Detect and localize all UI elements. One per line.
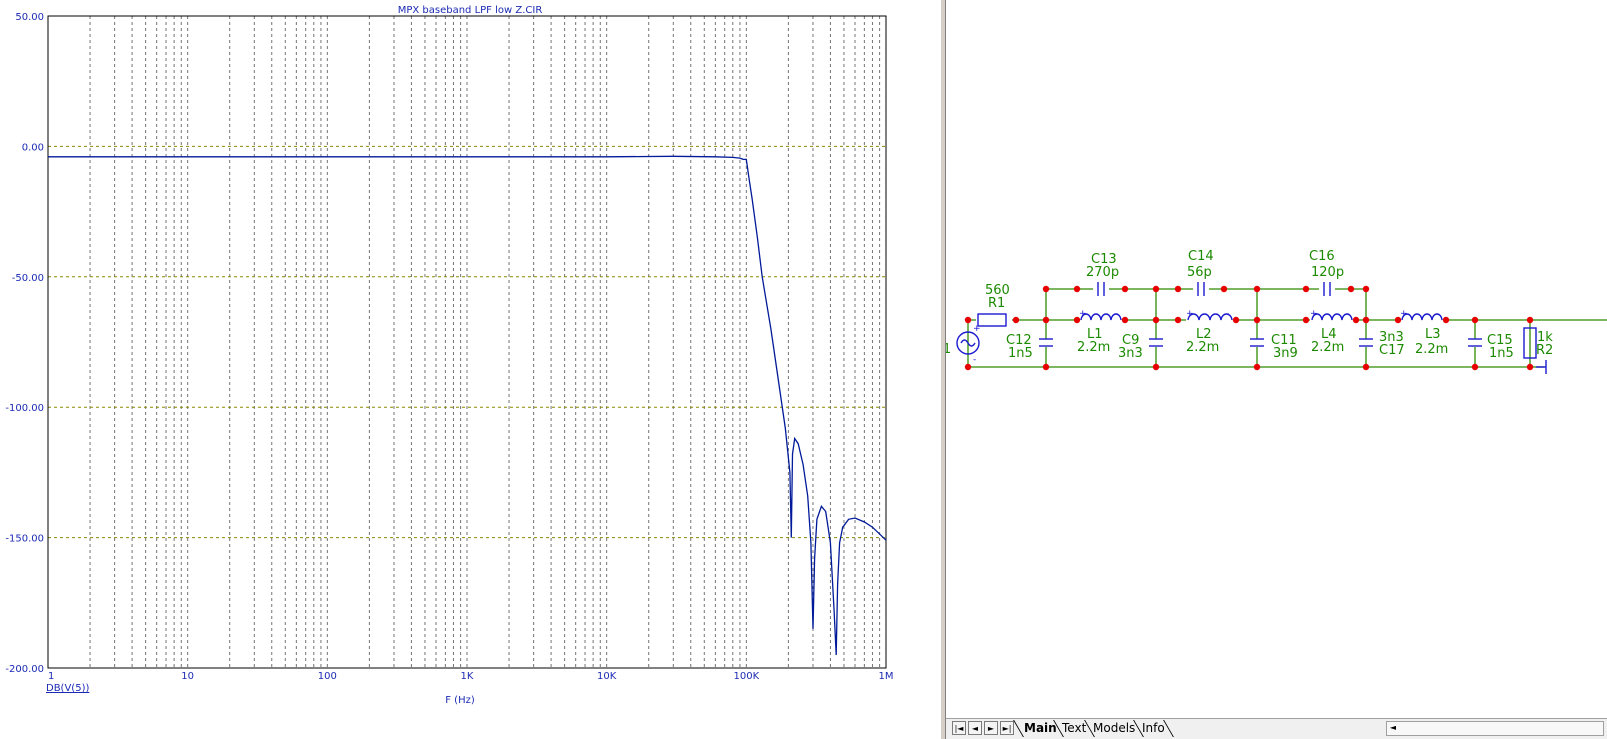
node-dot [1442, 316, 1450, 324]
c13-value: 270p [1086, 265, 1119, 280]
bode-plot: 50.00 0.00 -50.00 -100.00 -150.00 -200.00 1 10… [5, 5, 894, 706]
plot-grid [48, 16, 886, 668]
l2-value: 2.2m [1186, 340, 1219, 355]
l4-value: 2.2m [1311, 340, 1344, 355]
node-dot [1253, 316, 1261, 324]
node-dot [1012, 316, 1020, 324]
node-dot [1042, 316, 1050, 324]
x-tick-label: 10K [597, 671, 617, 682]
y-tick-label: -100.00 [5, 403, 44, 414]
y-tick-label: 50.00 [15, 12, 44, 23]
plus-sign: + [1186, 309, 1194, 319]
prev-sheet-button[interactable]: ◄ [968, 721, 982, 735]
y-tick-label: -150.00 [5, 534, 44, 545]
node-dot [1352, 316, 1360, 324]
plot-pane[interactable]: 50.00 0.00 -50.00 -100.00 -150.00 -200.00 1 10… [0, 0, 940, 739]
node-dot [1220, 285, 1228, 293]
x-tick-label: 1M [879, 671, 894, 682]
node-dot [1347, 285, 1355, 293]
next-sheet-button[interactable]: ► [984, 721, 998, 735]
node-dot [1362, 316, 1370, 324]
node-dot [1152, 363, 1160, 371]
plus-sign: + [1400, 309, 1408, 319]
plus-sign: + [1310, 309, 1318, 319]
y-tick-label: -50.00 [12, 273, 44, 284]
c14-name[interactable]: C14 [1188, 249, 1214, 264]
x-tick-labels: 1 10 100 1K 10K 100K 1M [48, 671, 894, 682]
node-dot [1121, 316, 1129, 324]
c17-name[interactable]: C17 [1379, 343, 1405, 358]
schematic-canvas: + - +-+-+-+- V1 560 R1 1k R2 C12 1n5 C9 … [946, 249, 1607, 374]
l3-value: 2.2m [1415, 342, 1448, 357]
y-tick-label: -200.00 [5, 664, 44, 675]
v1-source[interactable]: + - [956, 324, 981, 365]
x-tick-label: 100 [318, 671, 337, 682]
node-dot [1526, 363, 1534, 371]
node-dot [1302, 285, 1310, 293]
minus-sign: - [1436, 309, 1439, 319]
sheet-tab-bar: |◄ ◄ ► ►| Main Text Models Info ◄ [946, 718, 1607, 739]
r1-name[interactable]: R1 [988, 296, 1005, 311]
last-sheet-button[interactable]: ►| [1000, 721, 1014, 735]
series-cap-gap [1193, 281, 1209, 297]
c12-value: 1n5 [1008, 346, 1033, 361]
r2-name[interactable]: R2 [1536, 343, 1553, 358]
plot-title: MPX baseband LPF low Z.CIR [398, 5, 543, 16]
v1-label[interactable]: V1 [946, 342, 951, 357]
node-dot [1253, 285, 1261, 293]
scroll-left-button[interactable]: ◄ [1386, 721, 1400, 735]
series-cap-gap [1093, 281, 1109, 297]
c14-value: 56p [1187, 265, 1212, 280]
c16-value: 120p [1311, 265, 1344, 280]
node-dot [1121, 285, 1129, 293]
x-tick-label: 1 [48, 671, 54, 682]
node-dot [1174, 285, 1182, 293]
circuit-nodes [964, 285, 1534, 371]
horizontal-scrollbar[interactable]: ◄ [1386, 721, 1604, 736]
x-tick-label: 100K [734, 671, 760, 682]
node-dot [1362, 285, 1370, 293]
svg-text:-: - [973, 355, 976, 365]
minus-sign: - [1226, 309, 1229, 319]
node-dot [1232, 316, 1240, 324]
l1-value: 2.2m [1077, 340, 1110, 355]
first-sheet-button[interactable]: |◄ [952, 721, 966, 735]
node-dot [1302, 316, 1310, 324]
c16-name[interactable]: C16 [1309, 249, 1335, 264]
node-dot [1152, 285, 1160, 293]
l3-name[interactable]: L3 [1425, 327, 1441, 342]
node-dot [1174, 316, 1182, 324]
c11-value: 3n9 [1273, 346, 1298, 361]
x-axis-label: F (Hz) [445, 695, 475, 706]
node-dot [1042, 363, 1050, 371]
trace-label[interactable]: DB(V(5)) [46, 683, 89, 694]
node-dot [964, 316, 972, 324]
series-cap-gap [1319, 281, 1335, 297]
minus-sign: - [1346, 309, 1349, 319]
y-tick-label: 0.00 [22, 142, 44, 153]
x-tick-label: 1K [461, 671, 474, 682]
schematic-pane[interactable]: + - +-+-+-+- V1 560 R1 1k R2 C12 1n5 C9 … [946, 0, 1607, 739]
node-dot [1362, 363, 1370, 371]
svg-text:+: + [973, 324, 981, 334]
node-dot [1471, 316, 1479, 324]
node-dot [1253, 363, 1261, 371]
node-dot [1073, 316, 1081, 324]
x-tick-label: 10 [181, 671, 194, 682]
node-dot [1152, 316, 1160, 324]
plus-sign: + [1079, 309, 1087, 319]
minus-sign: - [1115, 309, 1118, 319]
node-dot [1042, 285, 1050, 293]
c9-value: 3n3 [1118, 346, 1143, 361]
y-tick-labels: 50.00 0.00 -50.00 -100.00 -150.00 -200.00 [5, 12, 44, 675]
c15-value: 1n5 [1489, 346, 1514, 361]
node-dot [964, 363, 972, 371]
r1-symbol[interactable] [976, 313, 1012, 327]
node-dot [1471, 363, 1479, 371]
node-dot [1394, 316, 1402, 324]
node-dot [1073, 285, 1081, 293]
node-dot [1526, 316, 1534, 324]
